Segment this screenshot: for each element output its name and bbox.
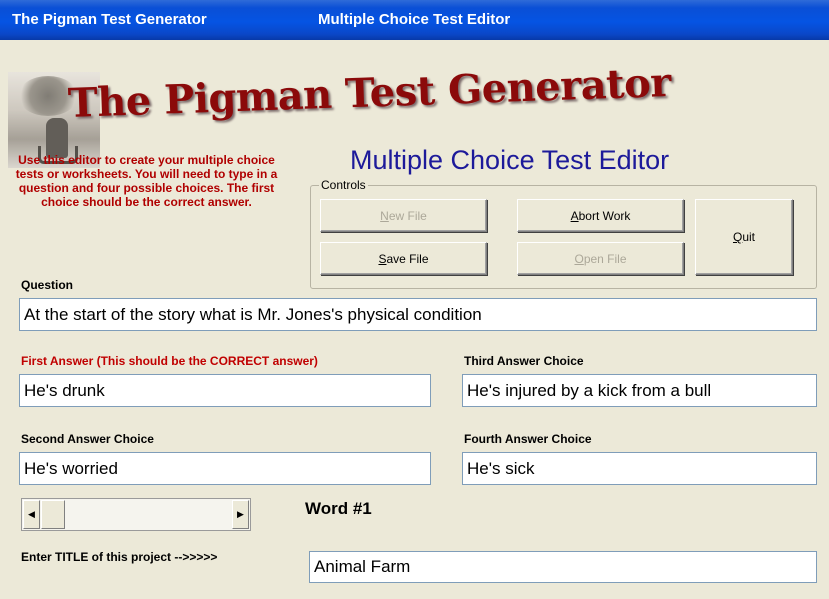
open-file-button[interactable]: Open File [517, 242, 684, 275]
save-file-button[interactable]: Save File [320, 242, 487, 275]
third-answer-input[interactable]: He's injured by a kick from a bull [462, 374, 817, 407]
editor-subtitle: Multiple Choice Test Editor [350, 145, 670, 175]
word-counter: Word #1 [305, 499, 372, 518]
scroll-thumb[interactable] [41, 500, 65, 529]
word-scrollbar[interactable]: ◀ ▶ [21, 498, 251, 531]
scroll-right-icon[interactable]: ▶ [232, 500, 249, 529]
window-title-secondary: Multiple Choice Test Editor [318, 11, 511, 28]
second-answer-input[interactable]: He's worried [19, 452, 431, 485]
third-answer-label: Third Answer Choice [464, 354, 584, 368]
window-title: The Pigman Test Generator [12, 11, 207, 28]
scroll-left-icon[interactable]: ◀ [23, 500, 40, 529]
second-answer-label: Second Answer Choice [21, 432, 154, 446]
fourth-answer-input[interactable]: He's sick [462, 452, 817, 485]
new-file-button[interactable]: New File [320, 199, 487, 232]
project-title-input[interactable]: Animal Farm [309, 551, 817, 583]
controls-legend: Controls [319, 178, 368, 192]
abort-work-button[interactable]: Abort Work [517, 199, 684, 232]
question-input[interactable]: At the start of the story what is Mr. Jo… [19, 298, 817, 331]
window-titlebar: The Pigman Test Generator Multiple Choic… [0, 0, 829, 40]
intro-instructions: Use this editor to create your multiple … [15, 153, 278, 209]
project-title-label: Enter TITLE of this project -->>>>> [21, 550, 218, 564]
fourth-answer-label: Fourth Answer Choice [464, 432, 592, 446]
quit-button[interactable]: Quit [695, 199, 793, 275]
first-answer-label: First Answer (This should be the CORRECT… [21, 354, 318, 368]
first-answer-input[interactable]: He's drunk [19, 374, 431, 407]
question-label: Question [21, 278, 74, 292]
